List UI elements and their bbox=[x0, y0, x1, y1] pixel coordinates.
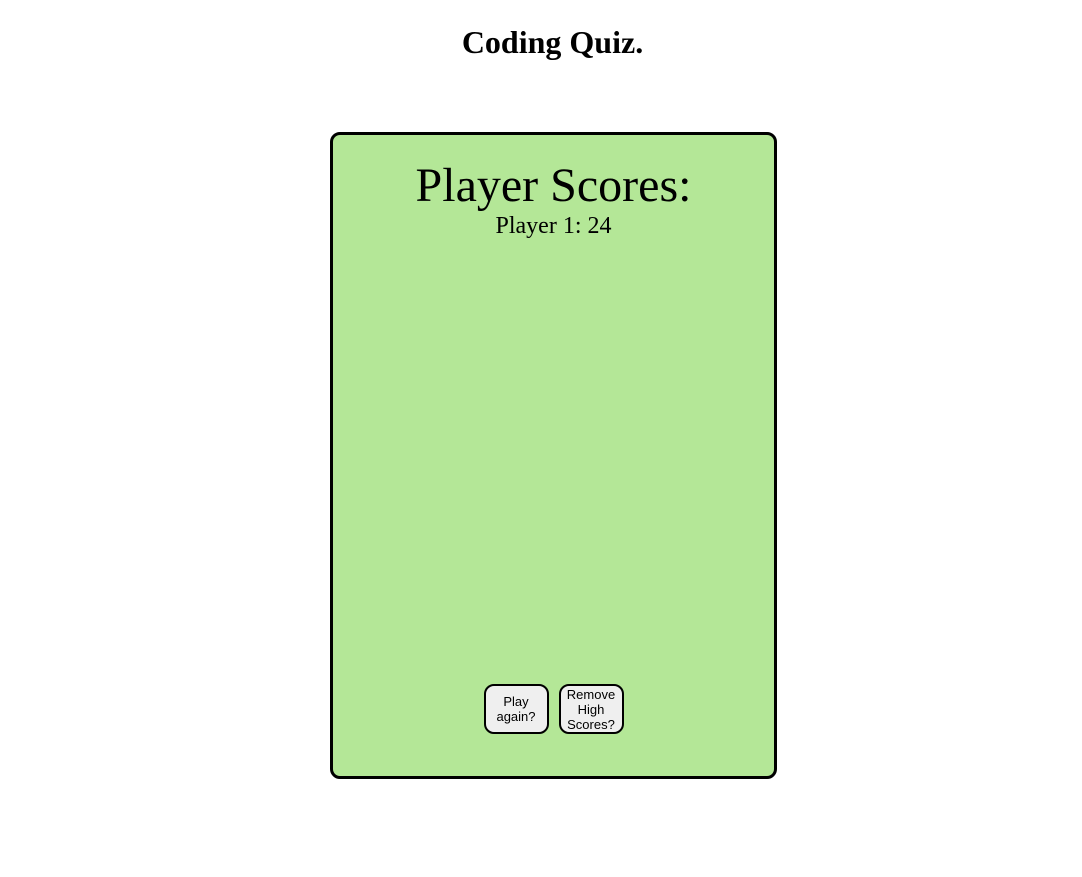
button-row: Play again? Remove High Scores? bbox=[333, 684, 774, 734]
page-title: Coding Quiz. bbox=[461, 24, 644, 60]
play-again-button[interactable]: Play again? bbox=[483, 684, 549, 734]
score-card: Player Scores: Player 1: 24 Play again? … bbox=[330, 132, 777, 779]
scores-heading: Player Scores: bbox=[415, 159, 692, 212]
score-entry: Player 1: 24 bbox=[495, 213, 612, 239]
score-list: Player 1: 24 bbox=[333, 211, 774, 241]
remove-high-scores-button[interactable]: Remove High Scores? bbox=[558, 684, 624, 734]
